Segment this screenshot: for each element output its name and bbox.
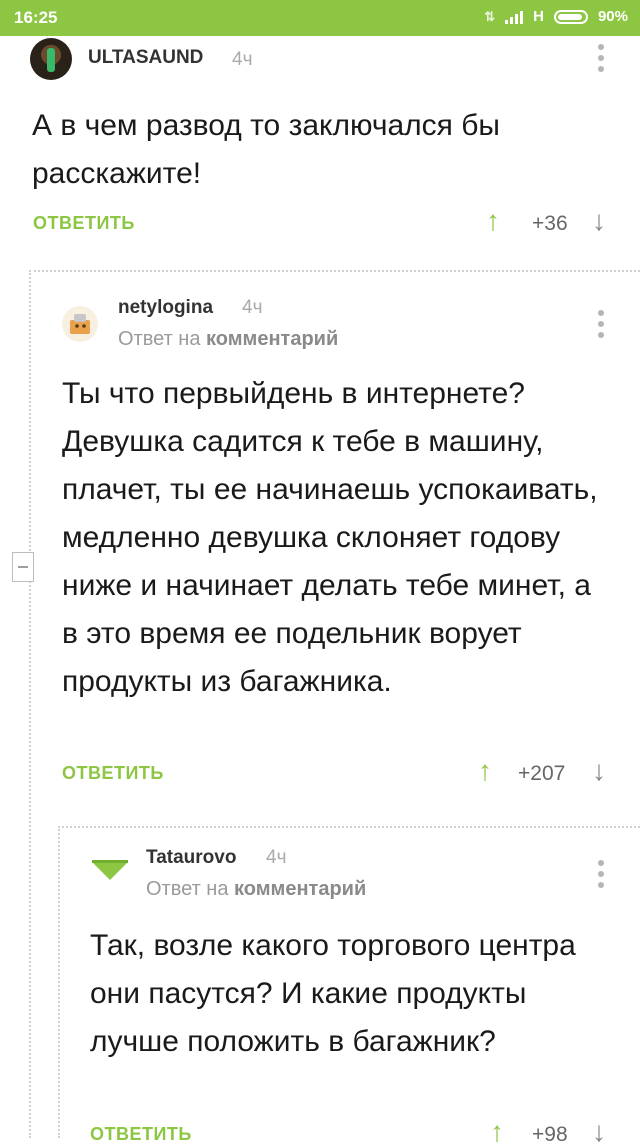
reply-button[interactable]: ОТВЕТИТЬ: [90, 1124, 192, 1145]
comment-body: Так, возле какого торгового центра они п…: [90, 929, 576, 1058]
comment-score: +98: [532, 1123, 568, 1146]
arrow-up-icon[interactable]: ↑: [490, 1118, 504, 1146]
avatar[interactable]: [90, 858, 130, 884]
reply-reference: Ответ на комментарий: [146, 878, 366, 901]
comment: Tataurovo 4ч Ответ на комментарий Так, в…: [0, 0, 640, 1146]
reply-target-link[interactable]: комментарий: [234, 878, 366, 900]
reply-prefix: Ответ на: [146, 878, 229, 900]
comment-author[interactable]: Tataurovo: [146, 847, 236, 869]
arrow-down-icon[interactable]: ↓: [592, 1118, 606, 1146]
more-vertical-icon[interactable]: [598, 860, 606, 888]
comment-time: 4ч: [266, 847, 287, 868]
